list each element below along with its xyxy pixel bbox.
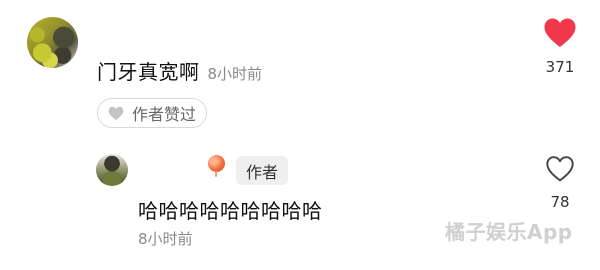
reply-like-count: 78 (550, 193, 570, 211)
heart-outline-icon[interactable] (545, 155, 575, 183)
reply-author-avatar[interactable] (96, 154, 128, 186)
author-badge: 作者 (236, 156, 289, 185)
comment-text: 门牙真宽啊 (97, 60, 200, 84)
author-liked-label: 作者赞过 (132, 105, 197, 124)
comment-body: 门牙真宽啊 8小时前 (97, 56, 262, 85)
watermark: 橘子娱乐App (445, 220, 573, 244)
balloon-icon (208, 155, 225, 177)
reply-text: 哈哈哈哈哈哈哈哈哈 (138, 199, 323, 223)
comment-timestamp: 8小时前 (207, 65, 263, 83)
commenter-avatar[interactable] (27, 17, 78, 68)
heart-filled-icon[interactable] (543, 17, 577, 49)
author-liked-chip: 作者赞过 (97, 98, 208, 128)
author-badge-label: 作者 (246, 162, 279, 182)
reply-timestamp: 8小时前 (138, 230, 193, 248)
heart-filled-small-icon (108, 106, 124, 120)
comment-like-count: 371 (545, 58, 575, 76)
